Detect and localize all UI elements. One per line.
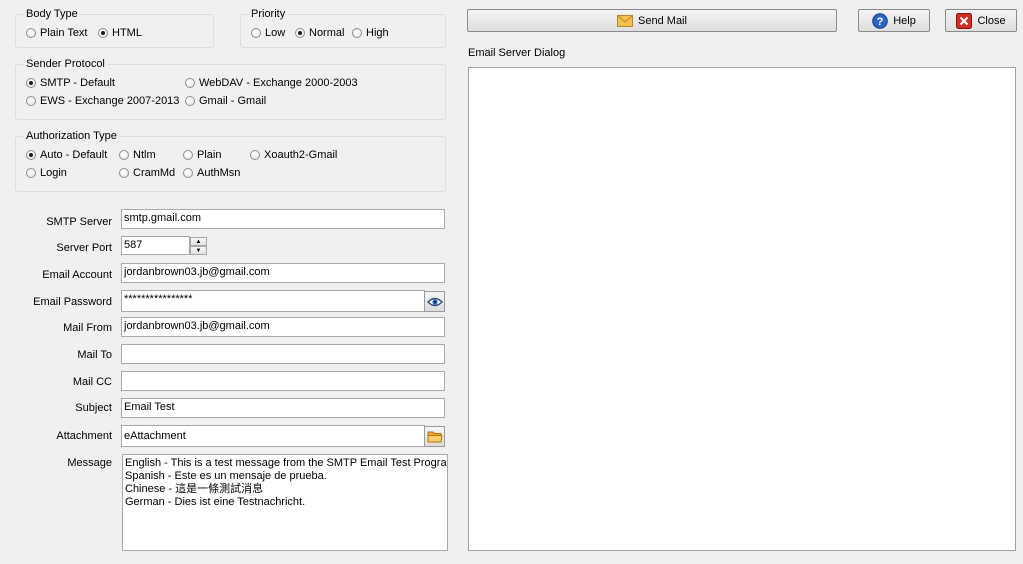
radio-plain-text[interactable]: Plain Text: [26, 26, 88, 40]
mail-to-input[interactable]: [121, 344, 445, 364]
radio-html-label: HTML: [112, 27, 142, 39]
radio-auth-xoauth2-label: Xoauth2-Gmail: [264, 149, 338, 161]
sender-protocol-group: Sender Protocol SMTP - Default WebDAV - …: [15, 58, 446, 120]
radio-gmail-dot[interactable]: [185, 96, 195, 106]
mail-from-label: Mail From: [63, 322, 112, 334]
server-port-down-button[interactable]: ▼: [190, 246, 207, 255]
body-type-group: Body Type Plain Text HTML: [15, 8, 214, 48]
radio-auth-crammd[interactable]: CramMd: [119, 166, 175, 180]
priority-legend: Priority: [249, 8, 288, 20]
mail-from-input[interactable]: jordanbrown03.jb@gmail.com: [121, 317, 445, 337]
radio-normal-label: Normal: [309, 27, 345, 39]
message-line: English - This is a test message from th…: [125, 457, 448, 469]
radio-low-label: Low: [265, 27, 286, 39]
close-button[interactable]: Close: [945, 9, 1017, 32]
send-mail-button[interactable]: Send Mail: [467, 9, 837, 32]
radio-auth-authmsn-dot[interactable]: [183, 168, 193, 178]
email-account-input[interactable]: jordanbrown03.jb@gmail.com: [121, 263, 445, 283]
radio-auth-login-label: Login: [40, 167, 67, 179]
radio-auth-auto[interactable]: Auto - Default: [26, 148, 107, 162]
radio-auth-auto-dot[interactable]: [26, 150, 36, 160]
email-account-label: Email Account: [42, 269, 112, 281]
radio-high[interactable]: High: [352, 26, 389, 40]
mail-cc-input[interactable]: [121, 371, 445, 391]
authorization-type-group: Authorization Type Auto - Default Ntlm P…: [15, 130, 446, 192]
svg-text:?: ?: [877, 16, 884, 28]
mail-to-label: Mail To: [77, 349, 112, 361]
radio-webdav-label: WebDAV - Exchange 2000-2003: [199, 77, 358, 89]
radio-smtp-default[interactable]: SMTP - Default: [26, 76, 115, 90]
radio-ews[interactable]: EWS - Exchange 2007-2013: [26, 94, 179, 108]
envelope-icon: [617, 14, 634, 27]
radio-html-dot[interactable]: [98, 28, 108, 38]
radio-normal-dot[interactable]: [295, 28, 305, 38]
sender-protocol-legend: Sender Protocol: [24, 58, 107, 70]
mail-cc-label: Mail CC: [72, 376, 112, 388]
subject-input[interactable]: Email Test: [121, 398, 445, 418]
radio-auth-ntlm-label: Ntlm: [133, 149, 156, 161]
server-port-label: Server Port: [56, 242, 112, 254]
server-port-input[interactable]: 587: [121, 236, 190, 255]
radio-auth-auto-label: Auto - Default: [40, 149, 108, 161]
radio-html[interactable]: HTML: [98, 26, 142, 40]
message-line: Spanish - Este es un mensaje de prueba.: [125, 470, 327, 482]
folder-icon: [427, 431, 443, 443]
message-line: Chinese - 這是一條測試消息: [125, 483, 264, 495]
radio-gmail[interactable]: Gmail - Gmail: [185, 94, 266, 108]
dialog-title: Email Server Dialog: [468, 47, 566, 59]
server-port-up-button[interactable]: ▲: [190, 237, 207, 246]
smtp-server-input[interactable]: smtp.gmail.com: [121, 209, 445, 229]
radio-auth-crammd-label: CramMd: [133, 167, 176, 179]
email-password-input[interactable]: ****************: [121, 290, 425, 312]
message-line: German - Dies ist eine Testnachricht.: [125, 496, 306, 508]
radio-auth-plain-label: Plain: [197, 149, 222, 161]
help-icon: ?: [872, 12, 888, 29]
radio-auth-xoauth2-dot[interactable]: [250, 150, 260, 160]
radio-smtp-default-dot[interactable]: [26, 78, 36, 88]
radio-auth-login-dot[interactable]: [26, 168, 36, 178]
radio-webdav[interactable]: WebDAV - Exchange 2000-2003: [185, 76, 358, 90]
radio-auth-ntlm[interactable]: Ntlm: [119, 148, 156, 162]
email-password-label: Email Password: [33, 296, 112, 308]
radio-auth-ntlm-dot[interactable]: [119, 150, 129, 160]
body-type-legend: Body Type: [24, 8, 80, 20]
authorization-type-legend: Authorization Type: [24, 130, 119, 142]
radio-gmail-label: Gmail - Gmail: [199, 95, 267, 107]
send-mail-label: Send Mail: [638, 14, 687, 27]
radio-auth-xoauth2[interactable]: Xoauth2-Gmail: [250, 148, 337, 162]
radio-smtp-default-label: SMTP - Default: [40, 77, 115, 89]
close-label: Close: [977, 14, 1006, 27]
radio-plain-text-dot[interactable]: [26, 28, 36, 38]
radio-low[interactable]: Low: [251, 26, 285, 40]
close-icon: [956, 12, 973, 29]
radio-ews-label: EWS - Exchange 2007-2013: [40, 95, 180, 107]
message-textarea[interactable]: English - This is a test message from th…: [122, 454, 448, 551]
radio-high-dot[interactable]: [352, 28, 362, 38]
email-server-dialog-output[interactable]: [468, 67, 1016, 551]
radio-high-label: High: [366, 27, 389, 39]
subject-label: Subject: [75, 402, 112, 414]
attachment-label: Attachment: [56, 430, 112, 442]
smtp-server-label: SMTP Server: [46, 216, 112, 228]
radio-auth-authmsn[interactable]: AuthMsn: [183, 166, 240, 180]
help-button[interactable]: ? Help: [858, 9, 930, 32]
radio-auth-authmsn-label: AuthMsn: [197, 167, 241, 179]
attachment-browse-button[interactable]: [424, 426, 445, 447]
radio-auth-plain[interactable]: Plain: [183, 148, 221, 162]
radio-plain-text-label: Plain Text: [40, 27, 88, 39]
message-label: Message: [67, 457, 112, 469]
radio-auth-crammd-dot[interactable]: [119, 168, 129, 178]
password-toggle-button[interactable]: [424, 291, 445, 312]
priority-group: Priority Low Normal High: [240, 8, 446, 48]
radio-ews-dot[interactable]: [26, 96, 36, 106]
radio-auth-login[interactable]: Login: [26, 166, 67, 180]
radio-normal[interactable]: Normal: [295, 26, 344, 40]
help-label: Help: [893, 14, 916, 27]
radio-auth-plain-dot[interactable]: [183, 150, 193, 160]
attachment-input[interactable]: eAttachment: [121, 425, 425, 447]
radio-webdav-dot[interactable]: [185, 78, 195, 88]
eye-icon: [426, 297, 443, 306]
radio-low-dot[interactable]: [251, 28, 261, 38]
